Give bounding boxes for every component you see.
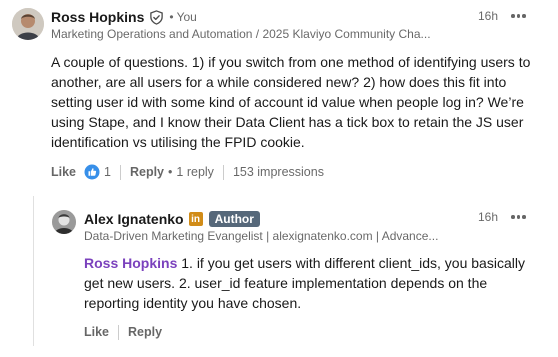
reply-author-name[interactable]: Alex Ignatenko bbox=[84, 211, 184, 227]
like-button[interactable]: Like bbox=[51, 165, 76, 179]
like-button[interactable]: Like bbox=[84, 325, 109, 339]
you-label: You bbox=[176, 10, 197, 24]
reaction-count[interactable]: 1 bbox=[104, 165, 111, 179]
divider bbox=[119, 164, 121, 180]
user-photo-icon bbox=[12, 8, 44, 40]
comment-timestamp: 16h bbox=[478, 9, 499, 23]
more-options-icon[interactable] bbox=[511, 11, 526, 21]
reply-button[interactable]: Reply bbox=[130, 165, 164, 179]
separator-dot: • bbox=[169, 10, 174, 24]
divider bbox=[222, 164, 224, 180]
reply-body: Ross Hopkins 1. if you get users with di… bbox=[84, 253, 529, 313]
separator-dot: • bbox=[168, 165, 173, 179]
comment-author-headline: Marketing Operations and Automation / 20… bbox=[51, 27, 431, 41]
reply-author-headline: Data-Driven Marketing Evangelist | alexi… bbox=[84, 229, 439, 243]
linkedin-premium-icon: in bbox=[188, 212, 203, 226]
reply-button[interactable]: Reply bbox=[128, 325, 162, 339]
like-reaction-icon[interactable] bbox=[84, 164, 100, 180]
reply-actions: Like Reply bbox=[84, 323, 162, 341]
reply-count[interactable]: 1 reply bbox=[176, 165, 214, 179]
avatar[interactable] bbox=[12, 8, 44, 40]
author-badge: Author bbox=[208, 211, 260, 227]
more-options-icon[interactable] bbox=[511, 212, 526, 222]
user-photo-icon bbox=[52, 210, 76, 234]
mention-link[interactable]: Ross Hopkins bbox=[84, 255, 177, 271]
reply-timestamp: 16h bbox=[478, 210, 499, 224]
impressions-count[interactable]: 153 impressions bbox=[233, 165, 324, 179]
comment-actions: Like 1 Reply • 1 reply 153 impressions bbox=[51, 163, 324, 181]
comment: Ross Hopkins • You Marketing Operations … bbox=[0, 0, 558, 190]
avatar[interactable] bbox=[52, 210, 76, 234]
reply-comment: Alex Ignatenko in Author Data-Driven Mar… bbox=[0, 190, 558, 357]
verified-shield-icon bbox=[149, 9, 164, 25]
divider bbox=[118, 324, 120, 340]
comment-body: A couple of questions. 1) if you switch … bbox=[51, 54, 531, 150]
comment-author-name[interactable]: Ross Hopkins bbox=[51, 9, 144, 25]
